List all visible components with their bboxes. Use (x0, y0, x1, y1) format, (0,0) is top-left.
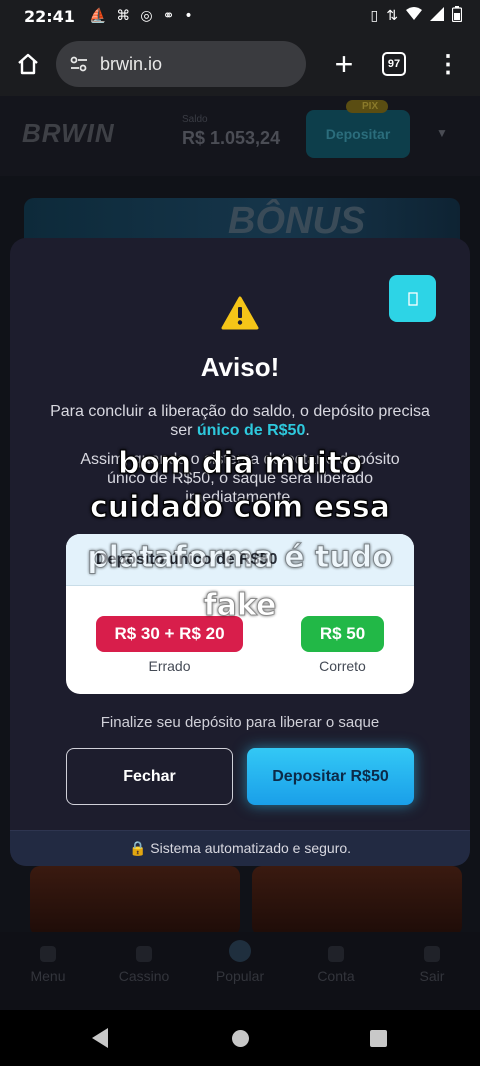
back-icon[interactable] (92, 1028, 108, 1048)
warning-icon (221, 296, 259, 330)
caption-line: cuidado com essa (89, 490, 391, 526)
bottom-nav: Menu Cassino Popular Conta Sair (0, 932, 480, 1010)
status-bar: 22:41 ⛵ ⌘ ◎ ⚭ • ▯ ⇅ (0, 0, 480, 32)
modal-message: Para concluir a liberação do saldo, o de… (50, 402, 430, 440)
balance-label: Saldo (182, 114, 208, 125)
vibrate-icon: ▯ (370, 8, 379, 24)
nav-label: Sair (419, 968, 445, 984)
url-text: brwin.io (100, 53, 163, 74)
balance-value: R$ 1.053,24 (182, 128, 281, 148)
nav-menu[interactable]: Menu (0, 932, 96, 1010)
casino-icon (136, 946, 152, 962)
deposit-50-button[interactable]: Depositar R$50 (247, 748, 414, 805)
signal-icon (430, 7, 444, 25)
nav-popular[interactable]: Popular (192, 932, 288, 1010)
tab-switcher-button[interactable]: 97 (382, 52, 406, 76)
battery-icon (451, 6, 463, 26)
browser-toolbar: brwin.io + 97 ⋮ (0, 32, 480, 96)
status-time: 22:41 (24, 6, 75, 26)
system-icons: ▯ ⇅ (370, 6, 463, 26)
boat-icon: ⛵ (88, 8, 107, 24)
site-logo: BRWIN (22, 118, 115, 148)
game-tile[interactable] (30, 866, 240, 936)
wifi-icon (406, 7, 422, 25)
nav-label: Popular (215, 968, 265, 984)
site-deposit-button[interactable]: Depositar (306, 110, 410, 158)
site-header: BRWIN Saldo R$ 1.053,24 Depositar PIX ▼ (0, 96, 480, 176)
browser-menu-button[interactable]: ⋮ (436, 50, 460, 79)
home-icon (18, 53, 38, 75)
correct-label: Correto (319, 658, 366, 674)
menu-icon (40, 946, 56, 962)
voicemail-icon: ⚭ (162, 8, 175, 24)
dot-icon: • (184, 8, 193, 24)
nav-label: Menu (30, 968, 66, 984)
nav-cassino[interactable]: Cassino (96, 932, 192, 1010)
wrong-label: Errado (148, 658, 191, 674)
nav-conta[interactable]: Conta (288, 932, 384, 1010)
recents-icon[interactable] (370, 1030, 387, 1047)
plus-icon: + (334, 45, 354, 82)
modal-title: Aviso! (200, 352, 280, 382)
user-icon (328, 946, 344, 962)
close-button[interactable]: Fechar (66, 748, 233, 805)
finalize-text: Finalize seu depósito para liberar o saq… (100, 714, 380, 731)
nav-sair[interactable]: Sair (384, 932, 480, 1010)
modal-close-button[interactable] (389, 275, 436, 322)
logout-icon (424, 946, 440, 962)
chevron-down-icon[interactable]: ▼ (436, 126, 448, 140)
notification-icons: ⛵ ⌘ ◎ ⚭ • (89, 8, 193, 24)
system-navigation-bar (0, 1010, 480, 1066)
pix-badge: PIX (346, 100, 389, 113)
home-circle-icon[interactable] (232, 1030, 249, 1047)
site-settings-icon[interactable] (66, 51, 92, 77)
flame-icon (229, 940, 251, 962)
nav-label: Cassino (118, 968, 170, 984)
more-vert-icon: ⋮ (436, 50, 460, 78)
caption-line: bom dia muito (117, 446, 363, 482)
data-icon: ⇅ (386, 8, 398, 24)
message-text-end: . (305, 422, 310, 439)
caption-line: plataforma é tudo (87, 540, 394, 576)
game-tile[interactable] (252, 866, 462, 936)
nav-label: Conta (317, 968, 355, 984)
link-icon: ⌘ (116, 8, 131, 24)
security-footer: 🔒 Sistema automatizado e seguro. (10, 830, 470, 866)
close-icon (407, 291, 418, 306)
message-highlight: único de R$50 (196, 422, 306, 439)
address-bar[interactable]: brwin.io (56, 41, 306, 87)
caption-line: fake (203, 588, 277, 624)
banner-title: BÔNUS (228, 200, 366, 242)
new-tab-button[interactable]: + (324, 44, 364, 84)
instagram-icon: ◎ (140, 8, 153, 24)
home-button[interactable] (0, 36, 56, 92)
